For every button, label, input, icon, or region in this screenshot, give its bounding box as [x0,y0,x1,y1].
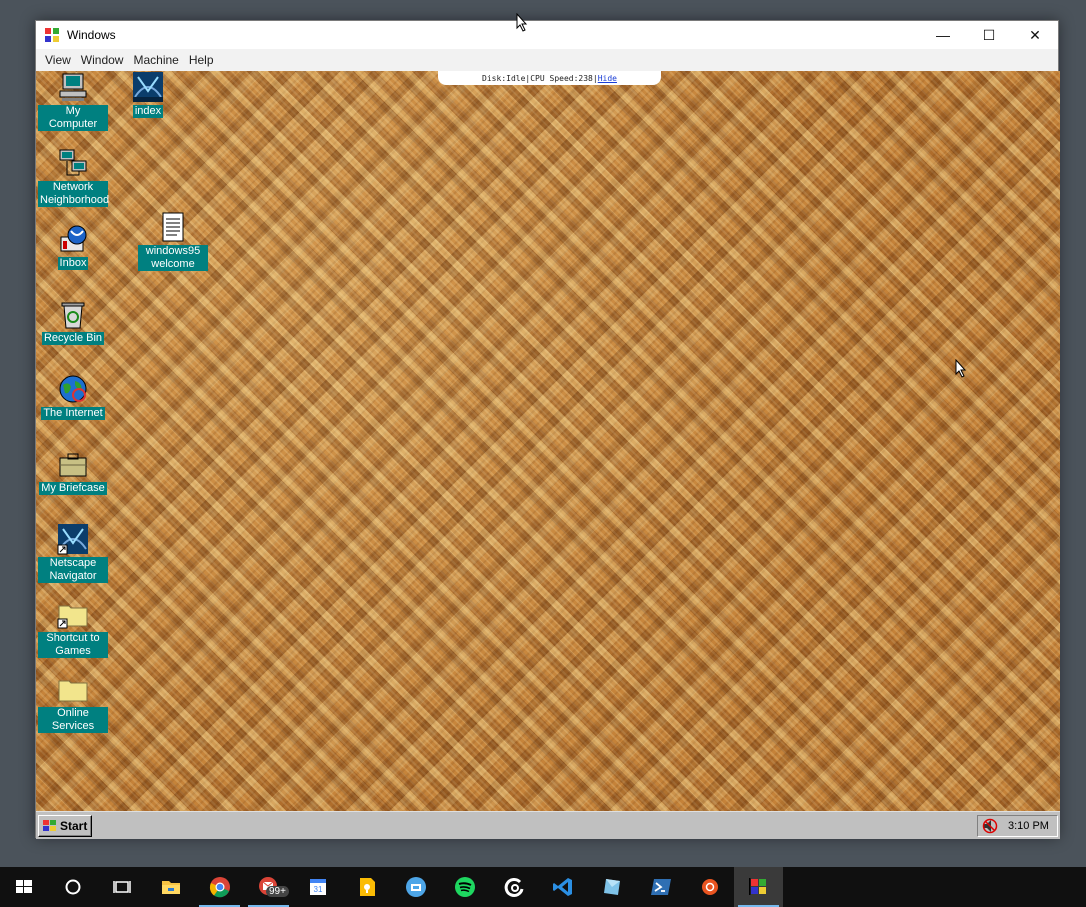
task-view-icon [112,881,131,893]
maximize-button[interactable]: ☐ [966,21,1012,49]
desktop-icon-windows95-welcome[interactable]: windows95 welcome [137,211,209,271]
maximize-icon: ☐ [982,26,996,43]
menu-machine[interactable]: Machine [128,53,183,67]
desktop-icon-label: Inbox [57,257,89,270]
window-title: Windows [67,28,116,42]
system-tray: 3:10 PM [977,815,1058,837]
app-icon [603,879,620,895]
briefcase-icon [59,453,87,477]
gmail-badge: 99+ [266,886,289,897]
emulated-desktop[interactable]: Disk: Idle | CPU Speed: 238 | Hide My Co… [36,71,1060,811]
desktop-icon-recycle-bin[interactable]: Recycle Bin [37,298,109,345]
host-taskbar: 99+ 31 [0,867,1086,907]
cpu-speed: 238 [578,73,593,83]
ubuntu-button[interactable] [685,867,734,907]
calendar-day: 31 [313,885,322,894]
hide-status-link[interactable]: Hide [598,74,617,83]
desktop-icon-my-computer[interactable]: My Computer [37,71,109,131]
cortana-icon [65,879,80,895]
windows-logo-icon [45,28,59,42]
title-bar[interactable]: Windows — ☐ ✕ [36,21,1058,49]
desktop-icon-my-briefcase[interactable]: My Briefcase [37,448,109,495]
desktop-icon-label: Netscape Navigator [38,557,108,583]
desktop-icon-label: My Computer [38,105,108,131]
close-icon: ✕ [1029,26,1041,43]
internet-icon [59,375,87,403]
file-explorer-button[interactable] [146,867,195,907]
start-label: Start [60,819,88,833]
windows95-button[interactable] [734,867,783,907]
spotify-icon [454,877,475,897]
menu-help[interactable]: Help [184,53,219,67]
ubuntu-icon [701,879,718,895]
windows-start-button[interactable] [0,867,48,907]
desktop-icon-inbox[interactable]: Inbox [37,223,109,270]
task-view-button[interactable] [97,867,146,907]
volume-muted-icon[interactable] [982,818,998,834]
remote-desktop-button[interactable] [391,867,440,907]
vscode-button[interactable] [538,867,587,907]
keep-icon [359,878,375,896]
desktop-icon-the-internet[interactable]: The Internet [37,373,109,420]
cortana-button[interactable] [48,867,97,907]
gmail-button[interactable]: 99+ [244,867,293,907]
desktop-icon-label: My Briefcase [39,482,107,495]
remote-icon [405,877,426,897]
recycle-bin-icon [61,302,85,329]
calendar-button[interactable]: 31 [293,867,342,907]
windows95-icon [748,878,766,895]
file-explorer-icon [161,881,180,894]
menu-window[interactable]: Window [76,53,129,67]
netscape-icon [57,524,88,555]
calendar-icon: 31 [309,879,326,895]
clock[interactable]: 3:10 PM [1008,820,1049,832]
app-button[interactable] [587,867,636,907]
computer-icon [59,73,87,101]
desktop-icon-label: index [132,105,164,118]
folder-shortcut-icon [57,605,88,629]
desktop-icon-shortcut-to-games[interactable]: Shortcut to Games [37,598,109,658]
desktop-icon-label: Recycle Bin [41,332,105,345]
cpu-label: CPU Speed: [530,73,579,83]
inbox-icon [60,225,87,252]
network-icon [59,149,87,176]
chrome-button[interactable] [195,867,244,907]
desktop-icon-index[interactable]: index [112,71,184,118]
emulated-mouse-cursor-icon [955,359,967,378]
desktop-icon-label: Online Services [38,707,108,733]
desktop-icon-label: Shortcut to Games [38,632,108,658]
close-button[interactable]: ✕ [1012,21,1058,49]
keep-button[interactable] [342,867,391,907]
netscape-icon [133,72,163,102]
start-button[interactable]: Start [38,815,92,837]
folder-icon [58,680,88,702]
desktop-icon-label: The Internet [41,407,105,420]
desktop-icon-netscape-navigator[interactable]: Netscape Navigator [37,523,109,583]
text-file-icon [162,212,184,242]
powershell-button[interactable] [636,867,685,907]
desktop-icon-label: windows95 welcome [138,245,208,271]
disk-status: Idle [506,73,526,83]
edge-icon [504,877,523,897]
vscode-icon [552,878,572,896]
menu-view[interactable]: View [40,53,76,67]
minimize-button[interactable]: — [920,21,966,49]
mouse-cursor-icon [516,13,528,32]
emulator-window: Windows — ☐ ✕ View Window Machine Help D… [35,20,1060,839]
windows-logo-icon [43,820,56,831]
powershell-icon [650,879,671,895]
spotify-button[interactable] [440,867,489,907]
status-bar: Disk: Idle | CPU Speed: 238 | Hide [438,71,661,85]
menu-bar: View Window Machine Help [36,49,1058,71]
edge-button[interactable] [489,867,538,907]
windows-start-icon [16,880,32,893]
chrome-icon [209,877,230,898]
minimize-icon: — [936,27,950,43]
desktop-icon-online-services[interactable]: Online Services [37,673,109,733]
win95-taskbar: Start 3:10 PM [36,811,1060,839]
desktop-icon-label: Network Neighborhood [38,181,110,207]
disk-label: Disk: [482,73,507,83]
desktop-icon-network-neighborhood[interactable]: Network Neighborhood [37,147,109,207]
